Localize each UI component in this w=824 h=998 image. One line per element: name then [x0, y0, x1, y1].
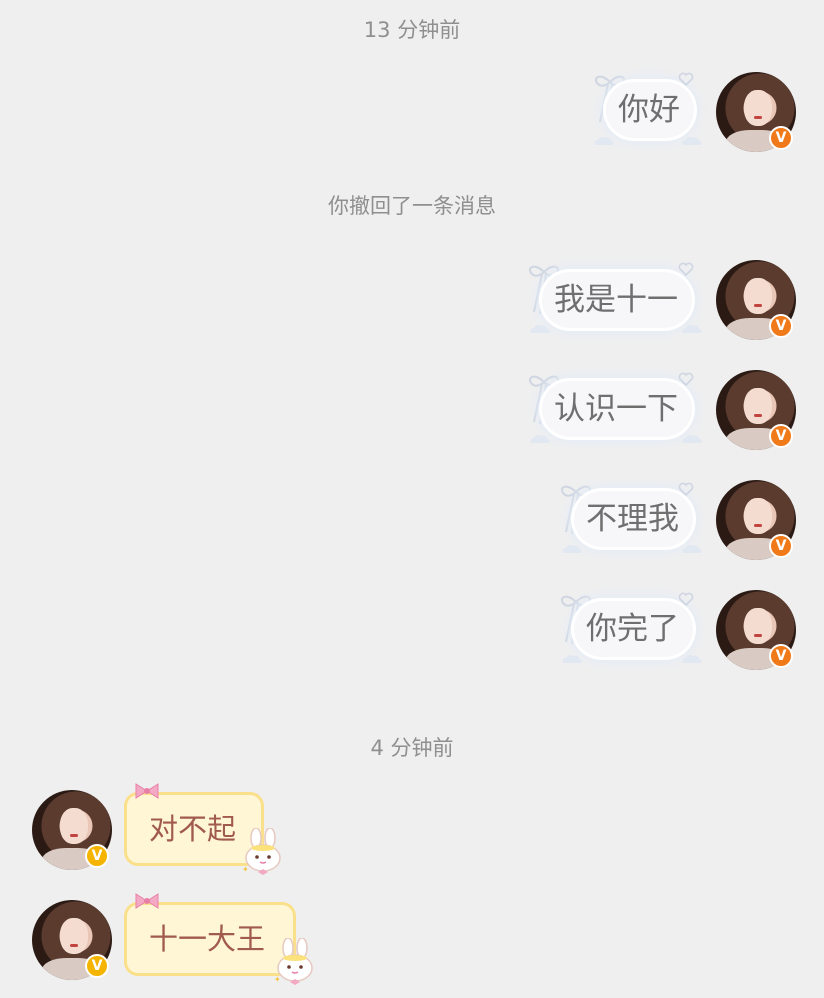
verified-v-badge-icon: V	[85, 954, 109, 978]
heart-icon	[678, 262, 694, 276]
cloud-icon	[530, 434, 550, 443]
verified-v-badge-icon: V	[769, 126, 793, 150]
cloud-icon	[594, 136, 614, 145]
heart-icon	[678, 372, 694, 386]
bunny-sticker-icon: ✦	[242, 828, 281, 875]
cloud-icon	[682, 544, 702, 553]
bunny-sticker-icon: ✦	[274, 938, 313, 985]
verified-v-badge-icon: V	[769, 644, 793, 668]
cloud-icon	[530, 324, 550, 333]
cloud-icon	[562, 654, 582, 663]
verified-v-badge-icon: V	[769, 314, 793, 338]
sent-message-bubble[interactable]: 你好	[606, 82, 694, 138]
heart-icon	[678, 592, 694, 606]
pink-bow-icon	[135, 783, 159, 799]
svg-text:✦: ✦	[242, 865, 249, 874]
cloud-icon	[682, 136, 702, 145]
sent-message-bubble[interactable]: 不理我	[574, 491, 693, 547]
timestamp: 4 分钟前	[370, 736, 454, 760]
verified-v-badge-icon: V	[769, 534, 793, 558]
verified-v-badge-icon: V	[769, 424, 793, 448]
timestamp: 13 分钟前	[363, 18, 461, 42]
cloud-icon	[682, 324, 702, 333]
sent-message-bubble[interactable]: 我是十一	[542, 272, 692, 328]
cloud-icon	[682, 654, 702, 663]
cloud-icon	[682, 434, 702, 443]
sent-message-bubble[interactable]: 认识一下	[542, 381, 692, 437]
svg-text:✦: ✦	[274, 975, 281, 984]
sent-message-bubble[interactable]: 你完了	[574, 601, 693, 657]
heart-icon	[678, 72, 694, 86]
verified-v-badge-icon: V	[85, 844, 109, 868]
heart-icon	[678, 482, 694, 496]
cloud-icon	[562, 544, 582, 553]
recall-notice: 你撤回了一条消息	[328, 194, 496, 218]
pink-bow-icon	[135, 893, 159, 909]
